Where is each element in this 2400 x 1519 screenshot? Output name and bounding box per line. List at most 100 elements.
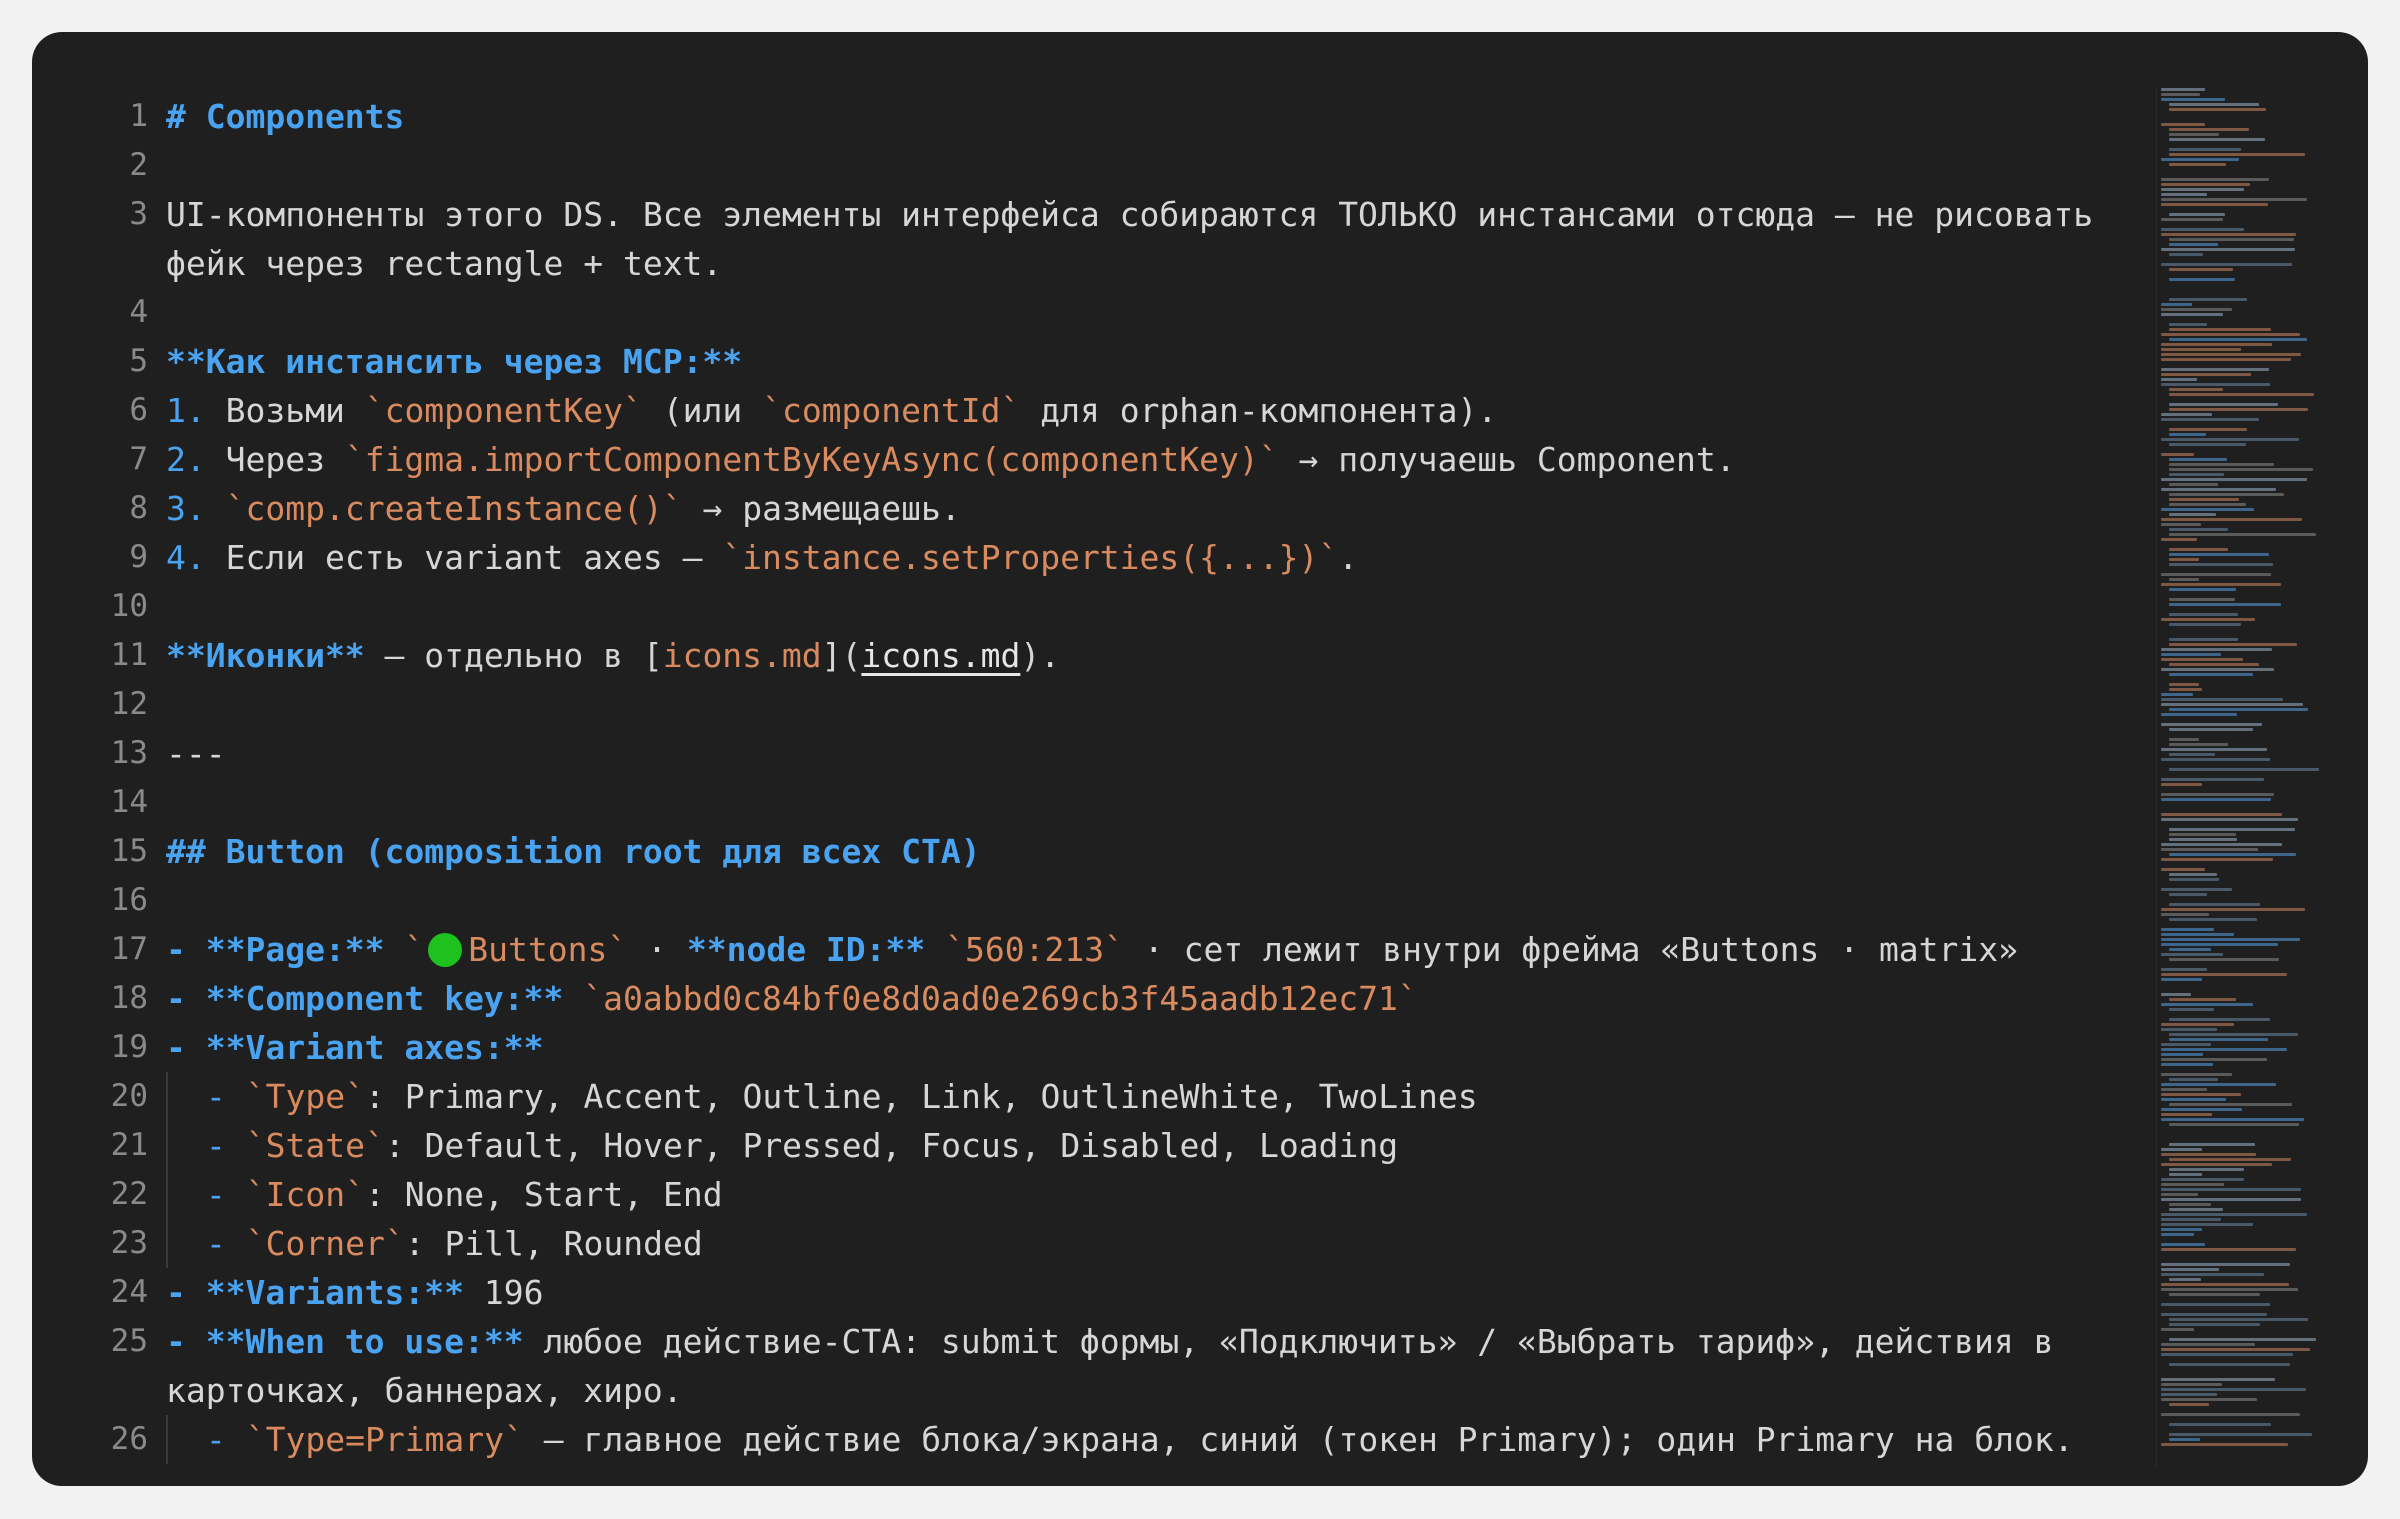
minimap-line: [2161, 1148, 2203, 1151]
minimap-line: [2161, 1218, 2221, 1221]
minimap-line: [2169, 708, 2308, 711]
line-number: 18: [110, 980, 148, 1016]
minimap-line: [2161, 1353, 2293, 1356]
code-token: - **Page:**: [166, 930, 385, 969]
minimap-line: [2161, 368, 2270, 371]
code-token: : None, Start, End: [364, 1175, 723, 1214]
minimap-line: [2161, 1413, 2300, 1416]
minimap-line: [2161, 868, 2205, 871]
minimap-line: [2161, 1043, 2212, 1046]
minimap-line: [2161, 453, 2195, 456]
code-token: - **Variants:**: [166, 1273, 465, 1312]
minimap-line: [2161, 183, 2251, 186]
minimap-line: [2161, 488, 2276, 491]
minimap-line: [2169, 433, 2207, 436]
code-token: -: [206, 1175, 246, 1214]
minimap-line: [2161, 1053, 2203, 1056]
minimap[interactable]: [2156, 88, 2319, 1468]
minimap-line: [2161, 203, 2268, 206]
code-editor[interactable]: 1 2 3 4 5 6 7 8 9 10 11 12 13 14 15 16 17 18 19 20 21 22 23 24 2…: [32, 32, 2368, 1486]
minimap-line: [2161, 698, 2283, 701]
minimap-line: [2169, 958, 2279, 961]
minimap-line: [2169, 903, 2261, 906]
indent-guide: [166, 1219, 168, 1268]
minimap-line: [2169, 328, 2272, 331]
minimap-line: [2161, 703, 2303, 706]
minimap-line: [2161, 1058, 2268, 1061]
line-number: 10: [110, 588, 148, 624]
code-token: — главное действие блока/экрана, синий (…: [523, 1420, 2074, 1459]
minimap-line: [2161, 1273, 2264, 1276]
minimap-line: [2161, 713, 2237, 716]
minimap-line: [2161, 1198, 2301, 1201]
minimap-line: [2169, 1363, 2290, 1366]
minimap-line: [2161, 1113, 2212, 1116]
minimap-line: [2161, 953, 2223, 956]
line-number: 2: [129, 147, 148, 183]
code-line: 3. `comp.createInstance()` → размещаешь.: [166, 484, 961, 533]
minimap-line: [2161, 1063, 2214, 1066]
minimap-line: [2161, 438, 2300, 441]
minimap-line: [2169, 638, 2239, 641]
minimap-line: [2169, 133, 2220, 136]
line-number: 7: [129, 441, 148, 477]
code-token: UI-компоненты этого DS. Все элементы инт…: [166, 195, 2094, 234]
minimap-line: [2161, 618, 2255, 621]
line-number: 19: [110, 1029, 148, 1065]
minimap-line: [2161, 1153, 2257, 1156]
minimap-line: [2161, 378, 2198, 381]
code-token: `State`: [245, 1126, 385, 1165]
minimap-line: [2161, 978, 2203, 981]
minimap-line: [2169, 393, 2315, 396]
minimap-line: [2161, 783, 2203, 786]
code-token: для orphan-компонента).: [1020, 391, 1498, 430]
minimap-line: [2161, 508, 2255, 511]
minimap-line: [2169, 1158, 2292, 1161]
code-token[interactable]: icons.md: [861, 636, 1020, 675]
minimap-line: [2169, 388, 2223, 391]
code-token: Возьми: [205, 391, 365, 430]
code-line: карточках, баннерах, хиро.: [166, 1366, 683, 1415]
code-token: ).: [1020, 636, 1061, 675]
minimap-line: [2161, 478, 2307, 481]
minimap-line: [2161, 1348, 2310, 1351]
minimap-line: [2169, 458, 2227, 461]
minimap-line: [2169, 558, 2200, 561]
minimap-line: [2161, 1303, 2271, 1306]
minimap-line: [2161, 1223, 2254, 1226]
minimap-line: [2161, 973, 2288, 976]
line-number: 20: [110, 1078, 148, 1114]
minimap-line: [2169, 493, 2285, 496]
minimap-line: [2161, 1183, 2224, 1186]
minimap-line: [2169, 468, 2313, 471]
minimap-line: [2169, 148, 2241, 151]
code-token: ## Button (composition root для всех CTA…: [166, 832, 981, 871]
code-token: icons.md: [662, 636, 822, 675]
minimap-line: [2169, 688, 2203, 691]
minimap-line: [2161, 668, 2275, 671]
minimap-line: [2169, 853, 2297, 856]
indent-guide: [166, 1072, 168, 1121]
minimap-line: [2169, 1103, 2293, 1106]
minimap-line: [2169, 498, 2240, 501]
code-token: **node ID:**: [686, 930, 926, 969]
minimap-line: [2161, 1188, 2301, 1191]
code-token: **Иконки**: [166, 636, 365, 675]
indent-guide: [166, 1121, 168, 1170]
minimap-line: [2169, 428, 2248, 431]
minimap-line: [2161, 1233, 2195, 1236]
code-line: ---: [166, 729, 226, 778]
minimap-line: [2161, 303, 2192, 306]
minimap-line: [2161, 1398, 2257, 1401]
minimap-line: [2169, 873, 2217, 876]
minimap-line: [2169, 128, 2250, 131]
code-token: ---: [166, 734, 226, 773]
minimap-line: [2169, 268, 2233, 271]
minimap-line: [2169, 253, 2204, 256]
code-token: ·: [627, 930, 687, 969]
minimap-line: [2161, 198, 2308, 201]
minimap-line: [2169, 613, 2239, 616]
minimap-line: [2169, 1168, 2244, 1171]
